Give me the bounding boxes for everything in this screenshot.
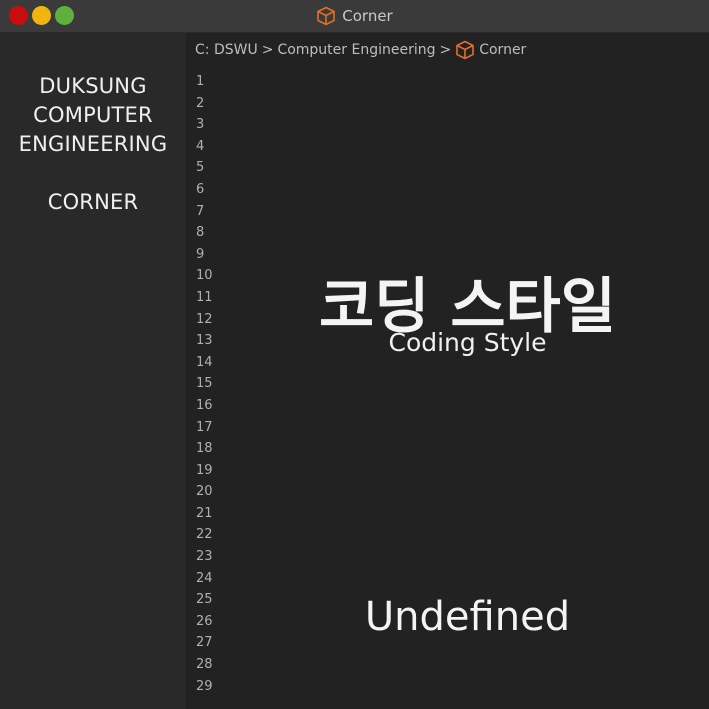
box-icon: [456, 40, 475, 60]
line-number: 6: [196, 181, 205, 197]
breadcrumb-root[interactable]: C: DSWU: [195, 42, 258, 58]
line-number: 3: [196, 117, 205, 133]
line-number: 10: [196, 268, 213, 284]
line-number: 19: [196, 462, 213, 478]
line-number: 27: [196, 635, 213, 651]
line-number: 4: [196, 138, 205, 154]
sidebar-line-3: ENGINEERING: [18, 132, 168, 156]
line-number: 28: [196, 657, 213, 673]
line-number: 18: [196, 441, 213, 457]
editor-pane[interactable]: C: DSWU > Computer Engineering > Corner …: [186, 33, 709, 709]
line-number: 23: [196, 549, 213, 565]
footer-text: Undefined: [364, 594, 571, 640]
sidebar: DUKSUNG COMPUTER ENGINEERING CORNER: [0, 33, 186, 709]
line-number: 16: [196, 397, 213, 413]
sidebar-line-2: COMPUTER: [33, 103, 153, 127]
line-number: 22: [196, 527, 213, 543]
line-number: 20: [196, 484, 213, 500]
line-number-gutter: 1 2 3 4 5 6 7 8 9 10 11 12 13 14 15 16 17 18 19 20 21 22 23 24 2…: [186, 71, 226, 697]
line-number: 1: [196, 74, 205, 89]
line-number: 26: [196, 613, 213, 629]
line-number: 7: [196, 203, 205, 219]
window-title-group: Corner: [0, 0, 709, 32]
page-subtitle: Coding Style: [388, 328, 547, 357]
breadcrumb-separator: >: [261, 42, 274, 58]
line-number: 14: [196, 354, 213, 370]
box-icon: [317, 6, 336, 26]
line-number: 12: [196, 311, 213, 327]
line-number: 9: [196, 246, 205, 262]
line-number: 21: [196, 505, 213, 521]
line-number: 8: [196, 225, 205, 241]
line-number: 24: [196, 570, 213, 586]
breadcrumb-file[interactable]: Corner: [479, 42, 526, 58]
line-number: 2: [196, 95, 205, 111]
sidebar-item-corner[interactable]: CORNER: [0, 188, 186, 217]
line-number: 29: [196, 678, 213, 694]
line-number: 5: [196, 160, 205, 176]
line-number: 17: [196, 419, 213, 435]
line-number: 25: [196, 592, 213, 608]
window-title: Corner: [342, 7, 393, 25]
breadcrumb: C: DSWU > Computer Engineering > Corner: [195, 40, 526, 60]
line-number: 11: [196, 289, 213, 305]
breadcrumb-separator: >: [439, 42, 452, 58]
title-bar: Corner: [0, 0, 709, 33]
sidebar-line-1: DUKSUNG: [39, 74, 147, 98]
line-number: 13: [196, 333, 213, 349]
breadcrumb-folder[interactable]: Computer Engineering: [277, 42, 435, 58]
line-number: 15: [196, 376, 213, 392]
